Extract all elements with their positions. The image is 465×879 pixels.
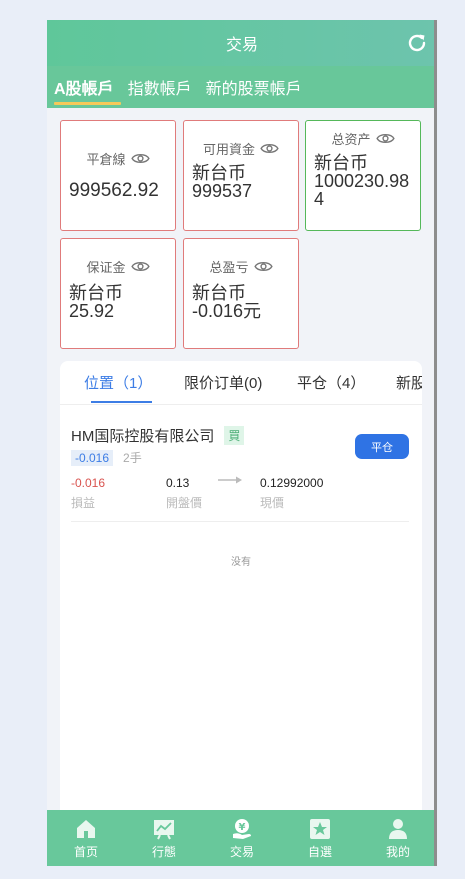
card-total-pnl: 总盈亏 新台币 -0.016元 [183,238,299,349]
nav-trade[interactable]: ¥ 交易 [203,810,281,866]
empty-text: 没有 [231,557,251,568]
card-value: 新台币 -0.016元 [192,283,262,321]
tab-positions[interactable]: 位置（1） [84,372,152,393]
nav-label: 行態 [151,844,176,859]
open-price-value: 0.13 [166,476,190,490]
eye-icon[interactable] [375,132,395,145]
open-price-label: 開盤價 [166,496,203,510]
pnl-value: -0.016 [71,476,106,490]
svg-text:¥: ¥ [239,822,246,833]
phone-screen: 交易 A股帳戶 指數帳戶 新的股票帳戶 平倉線 999562.92 可用資金 新… [47,20,437,866]
card-label: 总盈亏 [209,260,249,275]
eye-icon[interactable] [253,260,273,273]
card-margin: 保证金 新台币 25.92 [60,238,176,349]
divider [71,521,409,522]
tab-new-shares[interactable]: 新股 [396,372,422,393]
frame-edge [434,20,437,866]
position-row[interactable]: HM国际控股有限公司 買 -0.016 2手 平仓 [71,425,409,466]
tab-a-share-account[interactable]: A股帳戶 [47,66,121,108]
tab-new-stock-account[interactable]: 新的股票帳戶 [199,66,309,108]
bottom-nav: 首页 行態 ¥ 交易 自選 我的 [47,810,437,866]
card-value: 新台币 1000230.984 [314,153,410,209]
side-badge: 買 [224,426,245,445]
pnl-label: 損益 [71,496,96,510]
card-label: 平倉線 [86,152,126,167]
lots-label: 2手 [123,451,142,465]
card-label: 保证金 [86,260,126,275]
tab-indicator [91,401,152,403]
card-label: 总资产 [331,132,371,147]
nav-label: 我的 [385,844,410,859]
card-total-assets: 总资产 新台币 1000230.984 [305,120,421,231]
eye-icon[interactable] [130,152,150,165]
chart-icon [154,819,174,839]
nav-home[interactable]: 首页 [47,810,125,866]
change-chip: -0.016 [71,449,114,466]
tab-limit-orders[interactable]: 限价订单(0) [184,372,262,393]
nav-label: 交易 [229,844,254,859]
card-available-funds: 可用資金 新台币 999537 [183,120,299,231]
nav-label: 自選 [307,844,332,859]
card-value: 新台币 999537 [192,163,253,201]
card-label: 可用資金 [202,142,255,157]
star-icon [310,818,330,839]
close-position-button[interactable]: 平仓 [355,434,409,459]
pnl-stat: -0.016 損益 [71,476,105,511]
card-value: 999562.92 [69,180,159,201]
card-liquidation-line: 平倉線 999562.92 [60,120,176,231]
nav-label: 首页 [73,844,98,859]
current-price-label: 現價 [260,496,285,510]
arrow-right-icon [218,476,242,484]
stock-name: HM国际控股有限公司 [71,428,215,445]
header-bar: 交易 [47,20,437,66]
nav-market[interactable]: 行態 [125,810,203,866]
tab-closed[interactable]: 平仓（4） [297,372,365,393]
home-icon [77,819,95,838]
page-title: 交易 [225,37,258,54]
tab-index-account[interactable]: 指數帳戶 [121,66,199,108]
eye-icon[interactable] [130,260,150,273]
nav-favorites[interactable]: 自選 [281,810,359,866]
position-tabs: 位置（1） 限价订单(0) 平仓（4） 新股 [60,361,422,405]
user-icon [389,818,407,839]
eye-icon[interactable] [260,142,279,155]
account-tabs: A股帳戶 指數帳戶 新的股票帳戶 [47,66,437,108]
open-price-stat: 0.13 開盤價 [166,476,202,511]
current-price-value: 0.12992000 [260,476,324,490]
refresh-icon[interactable] [405,31,429,55]
positions-panel: 位置（1） 限价订单(0) 平仓（4） 新股 HM国际控股有限公司 買 -0.0… [60,361,422,831]
money-hand-icon: ¥ [233,818,251,839]
card-value: 新台币 25.92 [69,283,123,321]
current-price-stat: 0.12992000 現價 [260,476,323,511]
nav-profile[interactable]: 我的 [359,810,437,866]
